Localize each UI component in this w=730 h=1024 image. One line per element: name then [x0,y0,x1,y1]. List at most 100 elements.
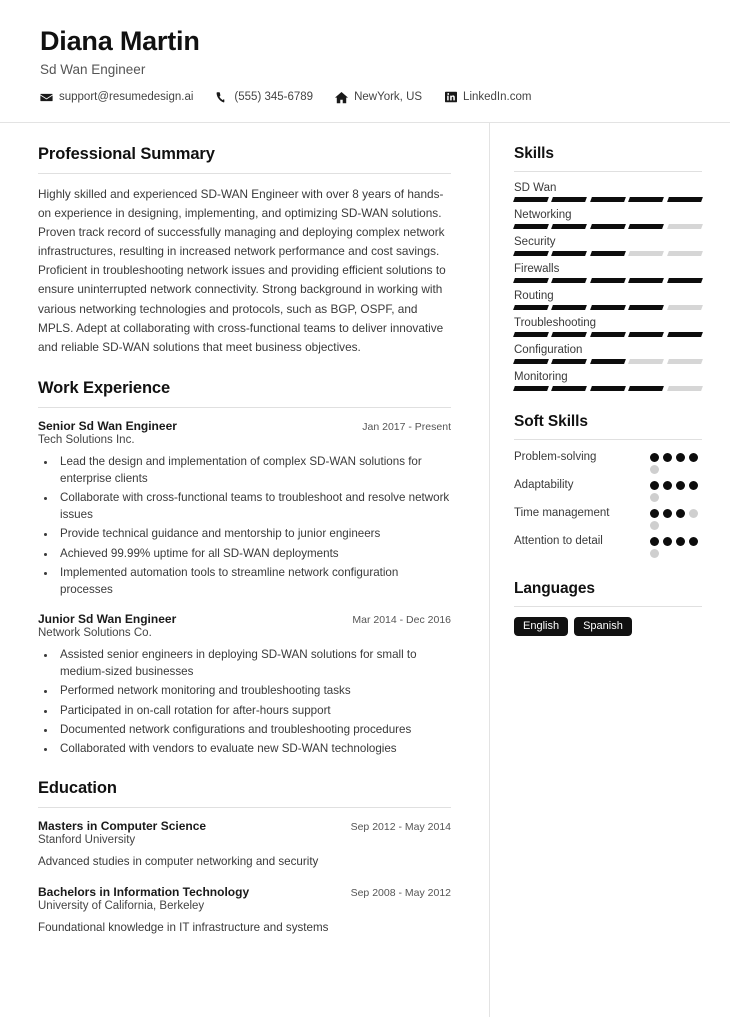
rating-dot [650,508,659,518]
skill-bar-segment [628,277,665,283]
skill-name: Firewalls [514,262,560,275]
experience-entry: Senior Sd Wan Engineer Jan 2017 - Present… [38,419,451,598]
resume-body: Professional Summary Highly skilled and … [0,122,730,1017]
experience-organization: Tech Solutions Inc. [38,433,135,446]
skill-bar-segment [666,196,703,202]
home-icon [335,91,349,104]
skill-bar-segment [551,250,588,256]
skill-bar-segment [513,358,550,364]
skill-bar-segment [628,223,665,229]
experience-date: Mar 2014 - Dec 2016 [352,614,451,627]
contact-item-envelope[interactable]: support@resumedesign.ai [40,91,193,104]
skill-bar-segment [513,385,550,391]
skill-bar-segment [628,250,665,256]
rating-dot [676,480,685,490]
education-entry-head: Bachelors in Information Technology Sep 2… [38,885,451,899]
list-item: Collaborate with cross-functional teams … [57,489,451,523]
skill-bar-segment [628,304,665,310]
skill-bar-segment [551,385,588,391]
skill-bar-segment [589,223,627,229]
list-item: Collaborated with vendors to evaluate ne… [57,740,451,757]
skill-bar-segment [551,304,588,310]
skill-bar-segment [551,223,588,229]
skill-level-bar [513,223,703,229]
section-languages: Languages English Spanish [514,580,702,636]
section-divider [514,170,702,172]
soft-skill-rating [650,450,702,474]
skill-name: SD Wan [514,181,557,194]
experience-bullets: Assisted senior engineers in deploying S… [38,646,451,757]
soft-skill-row: Problem-solving [514,450,702,474]
contact-text: support@resumedesign.ai [59,91,194,104]
skill-bar-segment [589,385,627,391]
rating-dot [663,536,672,546]
skill-row: Networking [513,208,703,229]
skill-bar-segment [666,304,703,310]
list-item: Provide technical guidance and mentorshi… [57,525,451,542]
contact-item-linkedin[interactable]: LinkedIn.com [444,91,531,104]
skill-name: Networking [514,208,572,221]
section-work-experience: Work Experience Senior Sd Wan Engineer Ja… [38,379,451,757]
rating-dot [689,480,698,490]
education-list: Masters in Computer Science Sep 2012 - Ma… [38,819,451,937]
skill-bar-segment [551,196,588,202]
skill-bar-segment [666,223,703,229]
soft-skill-rating [650,478,702,502]
skill-bar-segment [628,331,665,337]
skill-bar-segment [551,277,588,283]
language-pill: Spanish [574,616,632,636]
job-title: Sd Wan Engineer [40,61,146,77]
contact-item-home[interactable]: NewYork, US [335,91,422,104]
skill-name: Troubleshooting [514,316,597,329]
skill-row: SD Wan [513,181,703,202]
skill-name: Security [514,235,556,248]
skill-bar-segment [513,250,550,256]
experience-role: Senior Sd Wan Engineer [38,418,177,433]
contact-text: (555) 345-6789 [234,91,314,104]
soft-skill-rating [650,534,702,558]
rating-dot [689,452,698,462]
resume-header: Diana Martin Sd Wan Engineer support@res… [0,0,730,123]
rating-dot [663,508,672,518]
section-professional-summary: Professional Summary Highly skilled and … [38,145,451,357]
experience-entry-head: Junior Sd Wan Engineer Mar 2014 - Dec 201… [38,612,451,626]
experience-date: Jan 2017 - Present [362,420,451,433]
skill-level-bar [513,304,703,310]
section-heading-languages: Languages [514,579,595,597]
skill-level-bar [513,277,703,283]
rating-dot [676,452,685,462]
skill-bar-segment [666,385,703,391]
page-title: Diana Martin [40,26,200,56]
soft-skill-row: Attention to detail [514,534,702,558]
skill-bar-segment [666,250,703,256]
skill-name: Routing [514,289,554,302]
skill-bar-segment [666,277,703,283]
education-date: Sep 2008 - May 2012 [350,886,451,899]
skill-bar-segment [589,250,627,256]
skill-bar-segment [589,358,627,364]
education-degree: Bachelors in Information Technology [38,884,250,899]
section-divider [38,807,451,809]
sidebar-column: Skills SD Wan Networking Security Firewalls… [490,123,730,1017]
contact-item-phone[interactable]: (555) 345-6789 [215,91,313,104]
experience-role: Junior Sd Wan Engineer [38,612,177,627]
language-pill: English [514,616,569,636]
education-description: Foundational knowledge in IT infrastruct… [38,920,329,934]
soft-skills-list: Problem-solving Adaptability Time manageme… [514,450,702,558]
section-heading-soft-skills: Soft Skills [514,412,588,430]
education-entry: Bachelors in Information Technology Sep 2… [38,885,451,937]
skill-level-bar [513,331,703,337]
main-column: Professional Summary Highly skilled and … [0,122,490,1017]
skill-bar-segment [628,385,665,391]
rating-dot [650,452,659,462]
soft-skill-name: Attention to detail [514,534,603,547]
rating-dot [650,480,659,490]
rating-dot [650,520,659,530]
experience-list: Senior Sd Wan Engineer Jan 2017 - Present… [38,419,451,757]
rating-dot [650,548,659,558]
soft-skill-name: Problem-solving [514,450,597,463]
skill-bar-segment [666,331,703,337]
list-item: Performed network monitoring and trouble… [57,682,451,699]
education-entry: Masters in Computer Science Sep 2012 - Ma… [38,819,451,871]
rating-dot [663,480,672,490]
